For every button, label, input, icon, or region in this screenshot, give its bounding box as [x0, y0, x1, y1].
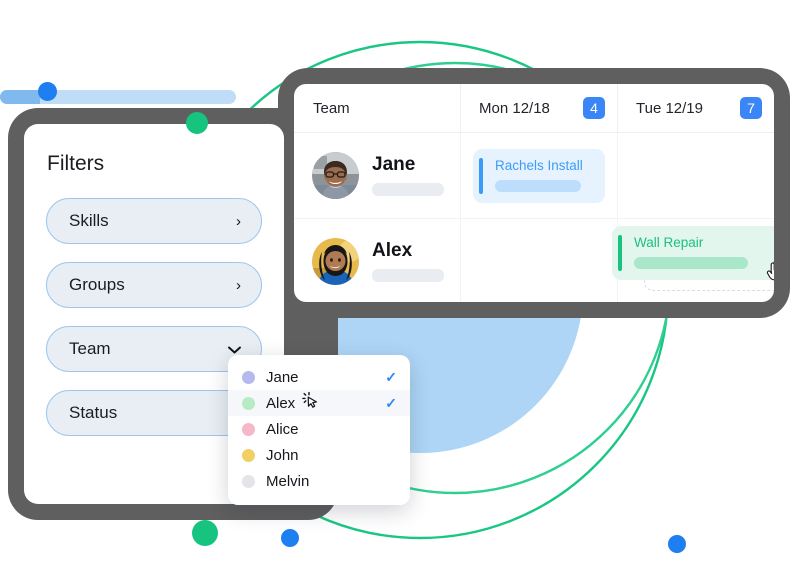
dropdown-option-jane[interactable]: Jane ✓	[228, 364, 410, 390]
person-name: Jane	[372, 154, 416, 176]
person-name: Alex	[372, 240, 413, 262]
dropdown-option-label: Jane	[266, 368, 299, 386]
avatar-photo-jane	[312, 152, 359, 199]
avatar-photo-alex	[312, 238, 359, 285]
person-color-dot	[242, 448, 255, 462]
scheduler-column-tuesday[interactable]: Tue 12/19 7	[617, 84, 774, 132]
job-accent-bar	[479, 157, 483, 194]
dropdown-option-john[interactable]: John	[228, 442, 410, 468]
check-icon: ✓	[385, 395, 397, 411]
grab-hand-cursor-icon	[766, 259, 774, 286]
team-member-cell-alex[interactable]: Alex	[294, 219, 460, 302]
cell-alex-tuesday[interactable]: Wall Repair	[612, 219, 774, 302]
person-subtitle-placeholder	[372, 182, 444, 196]
person-info: Alex	[372, 240, 444, 282]
filter-label: Team	[69, 339, 111, 358]
person-color-dot	[242, 422, 255, 436]
chevron-right-icon: ›	[236, 212, 241, 230]
dropdown-option-alex[interactable]: Alex ✓	[228, 390, 410, 416]
avatar	[312, 238, 359, 285]
filter-pill-groups[interactable]: Groups ›	[46, 262, 262, 308]
blue-accent-bar-cap	[0, 90, 40, 104]
check-icon: ✓	[385, 369, 397, 385]
job-accent-bar	[618, 235, 622, 271]
filter-pill-skills[interactable]: Skills ›	[46, 198, 262, 244]
background-white-circle	[222, 53, 252, 83]
job-card-rachels-install[interactable]: Rachels Install	[473, 148, 605, 203]
dropdown-option-label: Alex	[266, 394, 296, 412]
dropdown-option-alice[interactable]: Alice	[228, 416, 410, 442]
column-header-team: Team	[313, 99, 350, 117]
blue-accent-bar	[0, 90, 236, 104]
chevron-right-icon: ›	[236, 276, 241, 294]
blue-dot-bottom-mid	[281, 529, 299, 547]
column-header-tuesday: Tue 12/19	[636, 99, 703, 117]
table-row: Alex Wall Repair	[294, 219, 774, 302]
cell-jane-tuesday[interactable]	[617, 133, 774, 218]
person-info: Jane	[372, 154, 444, 196]
scheduler-column-monday[interactable]: Mon 12/18 4	[460, 84, 617, 132]
job-title: Wall Repair	[634, 235, 704, 250]
table-row: Jane Rachels Install	[294, 133, 774, 219]
scheduler-header-row: Team Mon 12/18 4 Tue 12/19 7	[294, 84, 774, 133]
filter-label: Status	[69, 403, 118, 422]
page-title: Filters	[47, 152, 105, 175]
tuesday-count-badge: 7	[740, 97, 762, 119]
monday-count-badge: 4	[583, 97, 605, 119]
column-header-monday: Mon 12/18	[479, 99, 550, 117]
team-member-cell-jane[interactable]: Jane	[294, 133, 460, 218]
filter-label: Skills	[69, 211, 109, 230]
person-color-dot	[242, 396, 255, 410]
green-dot-bottom-left	[192, 520, 218, 546]
person-color-dot	[242, 474, 255, 488]
filter-label: Groups	[69, 275, 125, 294]
blue-dot-top-left	[38, 82, 57, 101]
person-color-dot	[242, 370, 255, 384]
dropdown-option-label: Melvin	[266, 472, 310, 490]
person-subtitle-placeholder	[372, 268, 444, 282]
dropdown-option-label: John	[266, 446, 299, 464]
team-dropdown-menu: Jane ✓ Alex ✓ Alice John Melvin	[228, 355, 410, 505]
dropdown-option-melvin[interactable]: Melvin	[228, 468, 410, 494]
scheduler-card: Team Mon 12/18 4 Tue 12/19 7 Jane Rachel…	[294, 84, 774, 302]
dropdown-option-label: Alice	[266, 420, 299, 438]
cell-jane-monday[interactable]: Rachels Install	[460, 133, 617, 218]
cell-alex-monday[interactable]	[460, 219, 617, 302]
avatar	[312, 152, 359, 199]
click-pointer-cursor-icon	[302, 391, 319, 414]
job-detail-placeholder	[495, 179, 582, 192]
job-title: Rachels Install	[495, 157, 583, 173]
illustration-stage: Team Mon 12/18 4 Tue 12/19 7 Jane Rachel…	[0, 0, 800, 569]
blue-dot-bottom-right	[668, 535, 686, 553]
job-card-wall-repair[interactable]: Wall Repair	[612, 226, 774, 280]
scheduler-column-team: Team	[294, 84, 460, 132]
job-detail-placeholder	[634, 257, 748, 269]
